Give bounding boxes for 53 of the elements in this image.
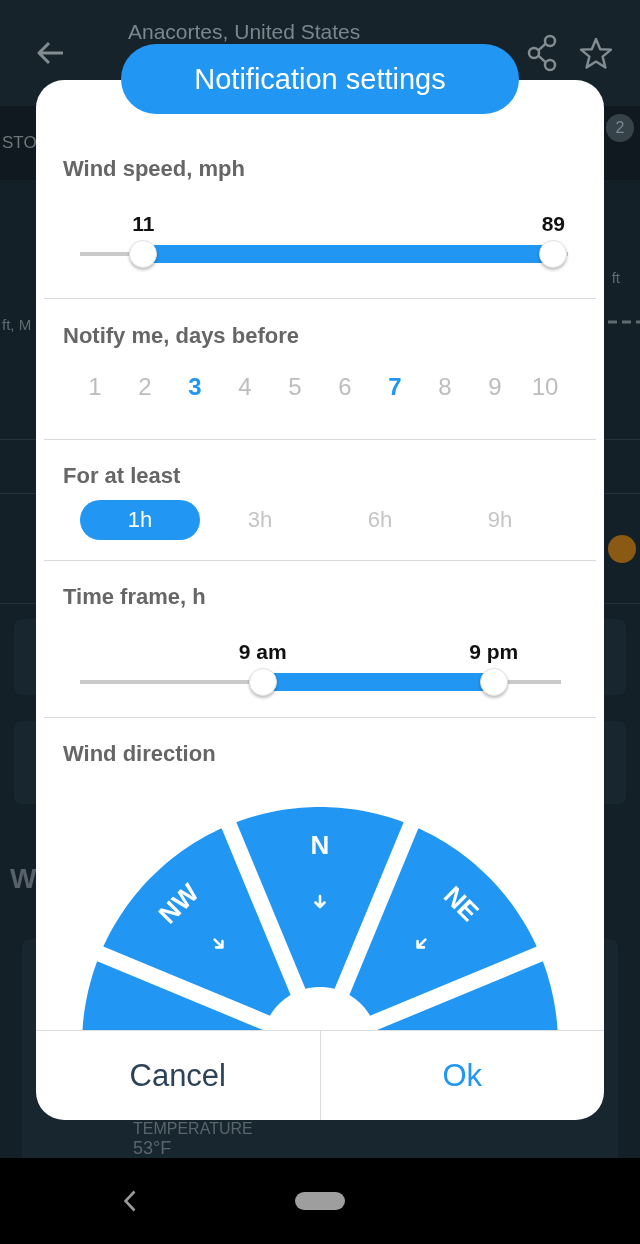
direction-sector[interactable]: N <box>236 807 404 989</box>
day-option[interactable]: 5 <box>270 372 320 402</box>
slider-thumb[interactable] <box>479 668 508 696</box>
day-option[interactable]: 1 <box>70 372 120 402</box>
section-label: Wind direction <box>63 740 216 768</box>
day-option[interactable]: 6 <box>320 372 370 402</box>
day-option[interactable]: 3 <box>170 372 220 402</box>
direction-sector[interactable] <box>377 961 558 1030</box>
duration-option[interactable]: 1h <box>80 500 200 540</box>
metric-value: 53°F <box>133 1138 172 1158</box>
direction-sector[interactable] <box>82 961 263 1030</box>
arrow-icon <box>416 938 427 949</box>
direction-sector[interactable]: NE <box>349 828 537 1016</box>
slider-value: 11 <box>132 212 155 236</box>
dashed-line-icon <box>608 320 640 324</box>
section-label: Time frame, h <box>63 583 206 611</box>
count-badge: 2 <box>606 114 634 142</box>
back-chevron-icon[interactable] <box>124 1190 136 1212</box>
duration-option[interactable]: 6h <box>320 500 440 540</box>
day-option[interactable]: 2 <box>120 372 170 402</box>
slider-value: 89 <box>541 212 566 236</box>
day-option[interactable]: 10 <box>520 372 570 402</box>
duration-option[interactable]: 9h <box>440 500 560 540</box>
arrow-icon <box>314 894 326 909</box>
location-title: Anacortes, United States <box>128 21 361 43</box>
direction-sector[interactable]: NW <box>103 828 291 1016</box>
star-icon[interactable] <box>579 36 613 70</box>
unit-label: ft <box>611 268 620 288</box>
day-option[interactable]: 8 <box>420 372 470 402</box>
slider-thumb[interactable] <box>248 668 277 696</box>
section-label: Wind speed, mph <box>63 155 245 183</box>
slider-thumb[interactable] <box>129 240 158 268</box>
unit-label: ft, M <box>2 315 32 335</box>
section-label: Notify me, days before <box>63 322 299 350</box>
dot-icon <box>608 534 636 563</box>
section-label: For at least <box>63 462 181 490</box>
arrow-icon <box>213 938 224 949</box>
home-button[interactable] <box>295 1192 345 1210</box>
back-arrow-icon[interactable] <box>36 41 64 65</box>
slider-value: 9 am <box>238 640 287 664</box>
day-option[interactable]: 7 <box>370 372 420 402</box>
duration-option[interactable]: 3h <box>200 500 320 540</box>
metric-label: TEMPERATURE <box>133 1120 253 1138</box>
section-heading: W <box>10 862 37 896</box>
dialog-button[interactable]: Cancel <box>36 1031 320 1120</box>
day-option[interactable]: 4 <box>220 372 270 402</box>
dialog-title: Notification settings <box>121 44 519 114</box>
day-option[interactable]: 9 <box>470 372 520 402</box>
slider-value: 9 pm <box>469 640 519 664</box>
slider-thumb[interactable] <box>539 240 568 268</box>
dialog-button[interactable]: Ok <box>319 1031 604 1120</box>
share-icon[interactable] <box>527 34 557 72</box>
tab[interactable]: STO <box>2 133 37 153</box>
